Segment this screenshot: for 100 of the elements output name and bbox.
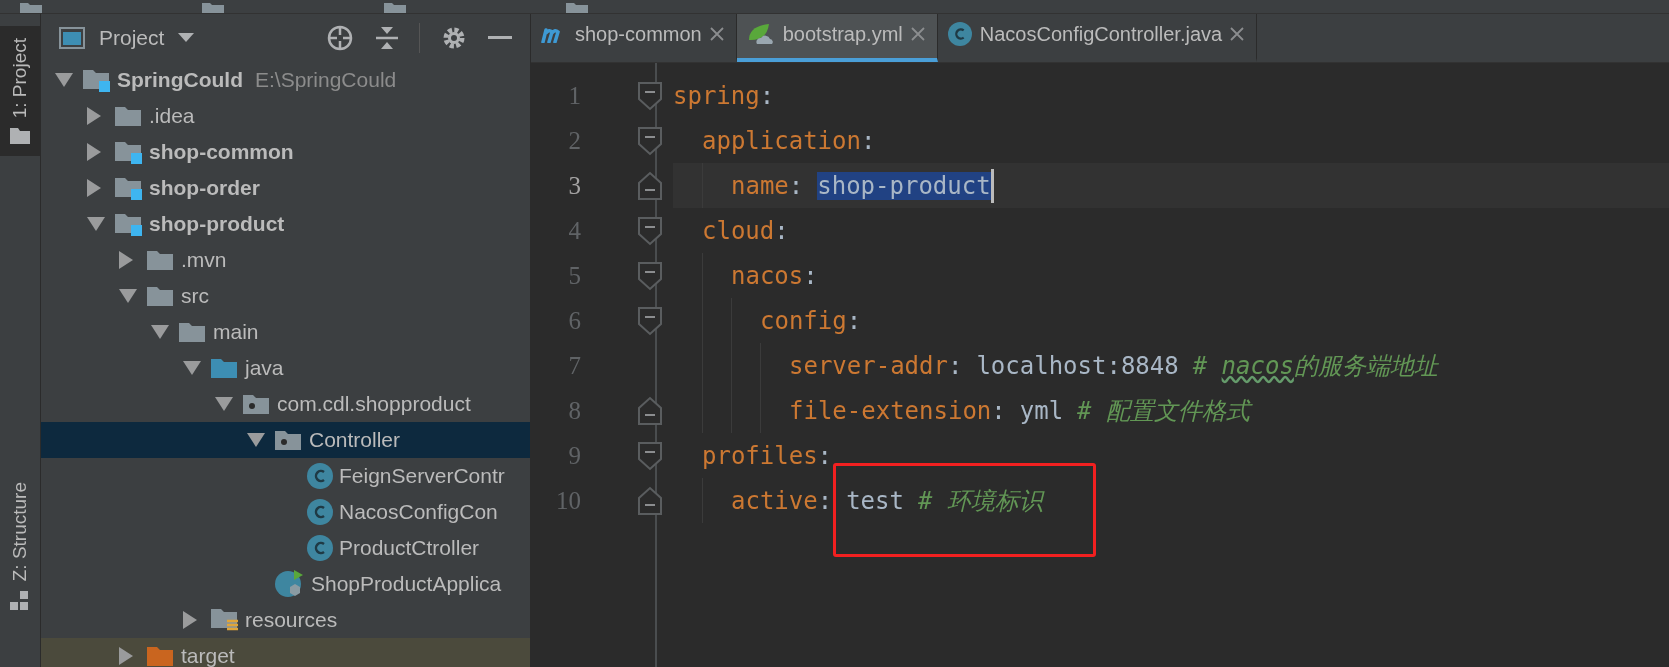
expanded-arrow-icon[interactable] (87, 217, 105, 231)
fold-marker-icon[interactable] (637, 260, 663, 291)
tree-row[interactable]: FeignServerContr (41, 458, 530, 494)
fold-marker-icon[interactable] (637, 440, 663, 471)
yaml-value: test (846, 486, 904, 515)
window-icon (59, 27, 85, 49)
settings-icon[interactable] (442, 26, 466, 50)
tree-item-label: SpringCould (117, 68, 243, 92)
tree-item-label: java (245, 356, 284, 380)
tree-row[interactable]: java (41, 350, 530, 386)
tree-item-label: shop-common (149, 140, 294, 164)
expanded-arrow-icon[interactable] (55, 73, 73, 87)
yaml-key: spring (673, 81, 760, 110)
tree-row[interactable]: shop-common (41, 134, 530, 170)
yaml-key: config (760, 306, 847, 335)
fold-marker-icon[interactable] (637, 80, 663, 111)
folder-icon (211, 357, 239, 379)
close-icon[interactable] (709, 27, 724, 41)
line-number: 7 (567, 351, 581, 380)
tool-window-button[interactable]: Z: Structure (0, 469, 40, 623)
path-hint: E:\SpringCould (255, 68, 397, 92)
collapsed-arrow-icon[interactable] (119, 647, 133, 665)
collapse-icon[interactable] (375, 26, 399, 50)
tree-row[interactable]: com.cdl.shopproduct (41, 386, 530, 422)
yaml-colon: : (991, 396, 1006, 425)
fold-marker-icon[interactable] (637, 215, 663, 246)
module-folder-icon (115, 140, 143, 164)
expanded-arrow-icon[interactable] (151, 325, 169, 339)
collapsed-arrow-icon[interactable] (119, 251, 133, 269)
expanded-arrow-icon[interactable] (119, 289, 137, 303)
yaml-key: server-addr (789, 351, 948, 380)
tool-window-button[interactable]: 1: Project (0, 26, 40, 157)
minimize-icon[interactable] (488, 35, 512, 41)
application-class-icon (275, 569, 305, 599)
collapsed-arrow-icon[interactable] (87, 143, 101, 161)
yaml-colon: : (759, 81, 775, 110)
tree-row[interactable]: shop-product (41, 206, 530, 242)
tree-row[interactable]: resources (41, 602, 530, 638)
tree-row[interactable]: NacosConfigCon (41, 494, 530, 530)
package-icon (275, 429, 303, 451)
tree-item-label: NacosConfigCon (339, 500, 498, 524)
tree-row[interactable]: main (41, 314, 530, 350)
fold-end-marker-icon[interactable] (637, 395, 663, 426)
tree-row[interactable]: SpringCould E:\SpringCould (41, 62, 530, 98)
editor-tab[interactable]: shop-common (531, 14, 737, 62)
yaml-key: application (702, 126, 861, 155)
yaml-colon: : (803, 261, 818, 290)
folder-icon (147, 285, 175, 307)
editor-tab[interactable]: bootstrap.yml (736, 14, 938, 62)
module-folder-icon (115, 212, 143, 236)
tree-row[interactable]: Controller (41, 422, 530, 458)
collapsed-arrow-icon[interactable] (87, 179, 101, 197)
fold-end-marker-icon[interactable] (637, 170, 663, 201)
expanded-arrow-icon[interactable] (247, 433, 265, 447)
tree-row[interactable]: ShopProductApplica (41, 566, 530, 602)
module-folder-icon (115, 176, 143, 200)
yaml-key: file-extension (789, 396, 992, 425)
yaml-key: profiles (702, 441, 818, 470)
folder-icon (147, 645, 175, 667)
yaml-value: localhost:8848 (976, 351, 1179, 380)
collapsed-arrow-icon[interactable] (87, 107, 101, 125)
crosshair-icon[interactable] (327, 25, 353, 51)
tree-item-label: com.cdl.shopproduct (277, 392, 471, 416)
collapsed-arrow-icon[interactable] (183, 611, 197, 629)
class-icon (307, 499, 333, 525)
yaml-colon: : (817, 441, 833, 470)
caret-icon (178, 33, 195, 43)
yaml-value: yml (1019, 396, 1064, 425)
package-icon (243, 393, 271, 415)
yaml-key: cloud (702, 216, 775, 245)
class-icon (307, 535, 333, 561)
fold-marker-icon[interactable] (637, 305, 663, 336)
tree-row[interactable]: shop-order (41, 170, 530, 206)
tree-row[interactable]: .mvn (41, 242, 530, 278)
view-selector[interactable]: Project (95, 26, 169, 50)
yaml-colon: : (788, 171, 804, 200)
tree-item-label: target (181, 644, 235, 667)
tree-row[interactable]: src (41, 278, 530, 314)
editor-tab[interactable]: NacosConfigController.java (937, 14, 1258, 62)
line-number: 5 (567, 261, 581, 290)
module-folder-icon (83, 68, 111, 92)
yaml-colon: : (774, 216, 789, 245)
fold-marker-icon[interactable] (637, 125, 663, 156)
code-comment: # nacos的服务端地址 (1192, 350, 1438, 382)
expanded-arrow-icon[interactable] (215, 397, 233, 411)
tree-row[interactable]: target (41, 638, 530, 667)
expanded-arrow-icon[interactable] (183, 361, 201, 375)
close-icon[interactable] (1230, 27, 1245, 41)
fold-end-marker-icon[interactable] (637, 485, 663, 516)
resources-folder-icon (211, 607, 239, 633)
tree-item-label: resources (245, 608, 338, 632)
tree-row[interactable]: .idea (41, 98, 530, 134)
tree-item-label: main (213, 320, 259, 344)
tree-item-label: .mvn (181, 248, 227, 272)
close-icon[interactable] (910, 27, 925, 41)
tree-item-label: Controller (309, 428, 401, 452)
yaml-key: nacos (731, 261, 804, 290)
folder-icon (10, 128, 30, 145)
tree-item-label: .idea (149, 104, 195, 128)
tree-row[interactable]: ProductCtroller (41, 530, 530, 566)
